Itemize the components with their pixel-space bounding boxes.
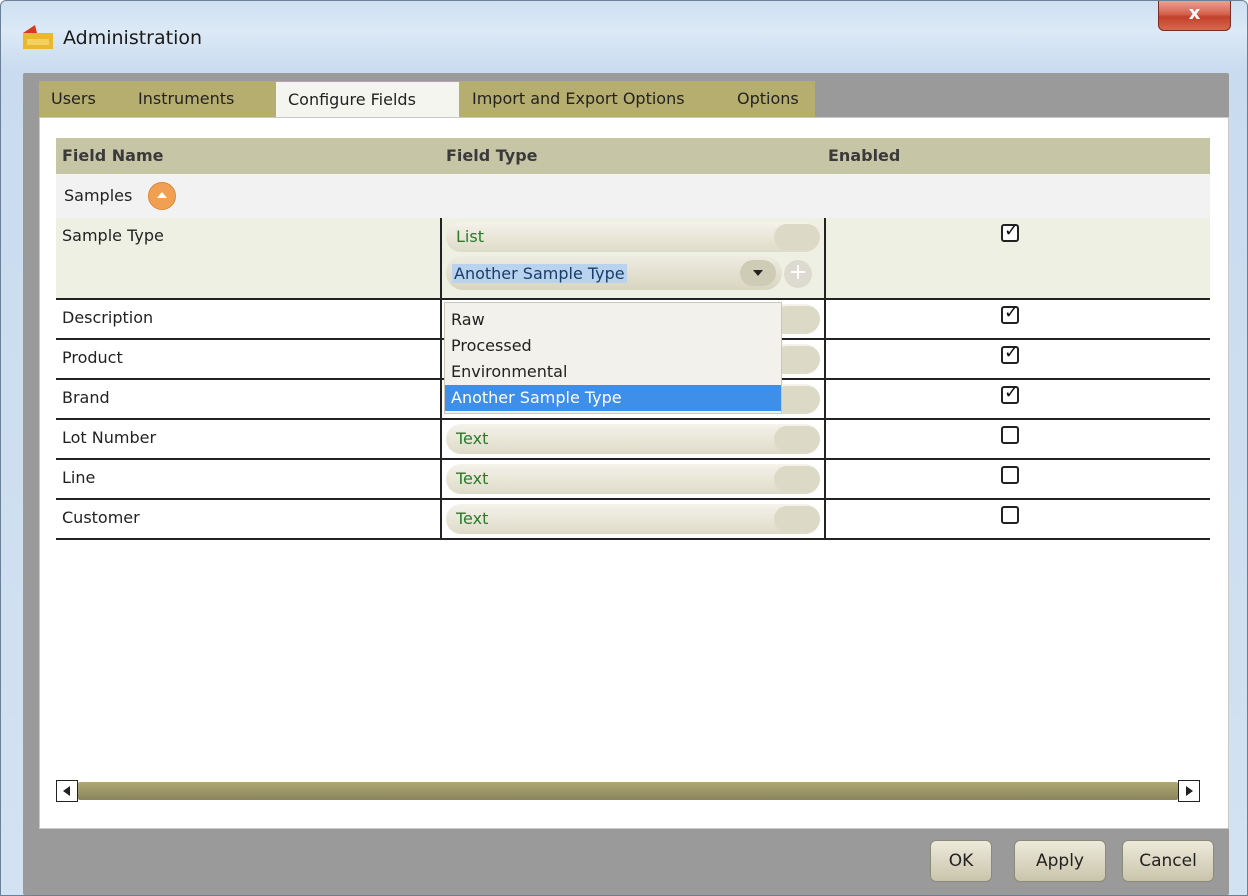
checkmark-icon: ✓	[1004, 382, 1020, 403]
table-row-sample-type[interactable]: Sample Type List Another Sample Type + ✓	[56, 218, 1210, 300]
field-type-cell: Text	[440, 460, 826, 498]
field-type-selector[interactable]: Text	[446, 424, 820, 454]
enabled-checkbox[interactable]: ✓	[1001, 220, 1019, 242]
field-type-dropdown-button[interactable]	[774, 506, 820, 532]
cancel-button[interactable]: Cancel	[1122, 840, 1214, 882]
checkmark-icon: ✓	[1004, 302, 1020, 323]
app-icon	[23, 25, 53, 49]
column-header-field-name[interactable]: Field Name	[62, 146, 163, 165]
enabled-checkbox[interactable]	[1001, 506, 1019, 524]
checkmark-icon: ✓	[1004, 342, 1020, 363]
field-name-cell: Customer	[62, 508, 140, 527]
collapse-group-button[interactable]	[148, 182, 176, 210]
field-type-value: List	[456, 227, 484, 246]
dropdown-option[interactable]: Raw	[445, 307, 781, 333]
field-type-selector[interactable]: Text	[446, 504, 820, 534]
field-type-cell: Text	[440, 420, 826, 458]
field-name-cell: Line	[62, 468, 96, 487]
dropdown-option[interactable]: Environmental	[445, 359, 781, 385]
field-name-cell: Product	[62, 348, 123, 367]
table-row-customer[interactable]: Customer Text	[56, 500, 1210, 540]
field-name-cell: Sample Type	[62, 226, 164, 245]
enabled-cell: ✓	[826, 300, 1210, 338]
tab-users[interactable]: Users	[39, 81, 126, 117]
fields-grid: Field Name Field Type Enabled Samples Sa…	[56, 138, 1210, 808]
chevron-down-icon[interactable]	[740, 260, 776, 286]
tab-instruments[interactable]: Instruments	[126, 81, 275, 117]
tab-bar: Users Instruments Configure Fields Impor…	[39, 81, 815, 117]
field-type-cell: Text	[440, 500, 826, 538]
field-type-value: Text	[456, 469, 489, 488]
field-name-cell: Description	[62, 308, 154, 327]
enabled-checkbox[interactable]	[1001, 426, 1019, 444]
field-type-dropdown-button[interactable]	[774, 466, 820, 492]
dropdown-option-selected[interactable]: Another Sample Type	[445, 385, 781, 411]
tab-configure-fields[interactable]: Configure Fields	[275, 81, 460, 117]
enabled-checkbox[interactable]	[1001, 466, 1019, 484]
dropdown-option[interactable]: Processed	[445, 333, 781, 359]
table-row-lot-number[interactable]: Lot Number Text	[56, 420, 1210, 460]
enabled-cell: ✓	[826, 340, 1210, 378]
field-type-selector[interactable]: Text	[446, 464, 820, 494]
grid-header: Field Name Field Type Enabled	[56, 138, 1210, 174]
enabled-cell: ✓	[826, 218, 1210, 298]
field-name-cell: Lot Number	[62, 428, 157, 447]
field-type-value: Text	[456, 509, 489, 528]
horizontal-scrollbar[interactable]	[56, 778, 1210, 804]
list-values-selected-text: Another Sample Type	[452, 264, 627, 283]
field-name-cell: Brand	[62, 388, 110, 407]
group-label: Samples	[64, 186, 133, 205]
enabled-cell	[826, 500, 1210, 538]
checkmark-icon: ✓	[1004, 220, 1020, 241]
scrollbar-track[interactable]	[78, 782, 1178, 800]
tab-import-export-options[interactable]: Import and Export Options	[460, 81, 725, 117]
tab-options[interactable]: Options	[725, 81, 815, 117]
enabled-cell	[826, 460, 1210, 498]
field-type-cell: List Another Sample Type +	[440, 218, 826, 298]
list-values-dropdown: Raw Processed Environmental Another Samp…	[444, 302, 782, 414]
close-button[interactable]: x	[1158, 1, 1231, 31]
window-title: Administration	[63, 27, 203, 49]
add-list-value-button[interactable]: +	[784, 260, 812, 288]
field-type-selector[interactable]: List	[446, 222, 820, 252]
scroll-right-icon[interactable]	[1178, 780, 1200, 802]
ok-button[interactable]: OK	[930, 840, 992, 882]
column-header-enabled[interactable]: Enabled	[828, 146, 900, 165]
enabled-cell	[826, 420, 1210, 458]
enabled-checkbox[interactable]: ✓	[1001, 342, 1019, 364]
scroll-left-icon[interactable]	[56, 780, 78, 802]
table-row-line[interactable]: Line Text	[56, 460, 1210, 500]
apply-button[interactable]: Apply	[1014, 840, 1106, 882]
enabled-checkbox[interactable]: ✓	[1001, 382, 1019, 404]
field-type-dropdown-button[interactable]	[774, 426, 820, 452]
field-type-dropdown-button[interactable]	[774, 224, 820, 250]
enabled-checkbox[interactable]: ✓	[1001, 302, 1019, 324]
column-header-field-type[interactable]: Field Type	[446, 146, 538, 165]
enabled-cell: ✓	[826, 380, 1210, 418]
list-values-combobox[interactable]: Another Sample Type	[446, 256, 782, 290]
group-row-samples: Samples	[56, 174, 1210, 218]
field-type-value: Text	[456, 429, 489, 448]
title-bar[interactable]: Administration x	[1, 1, 1247, 67]
